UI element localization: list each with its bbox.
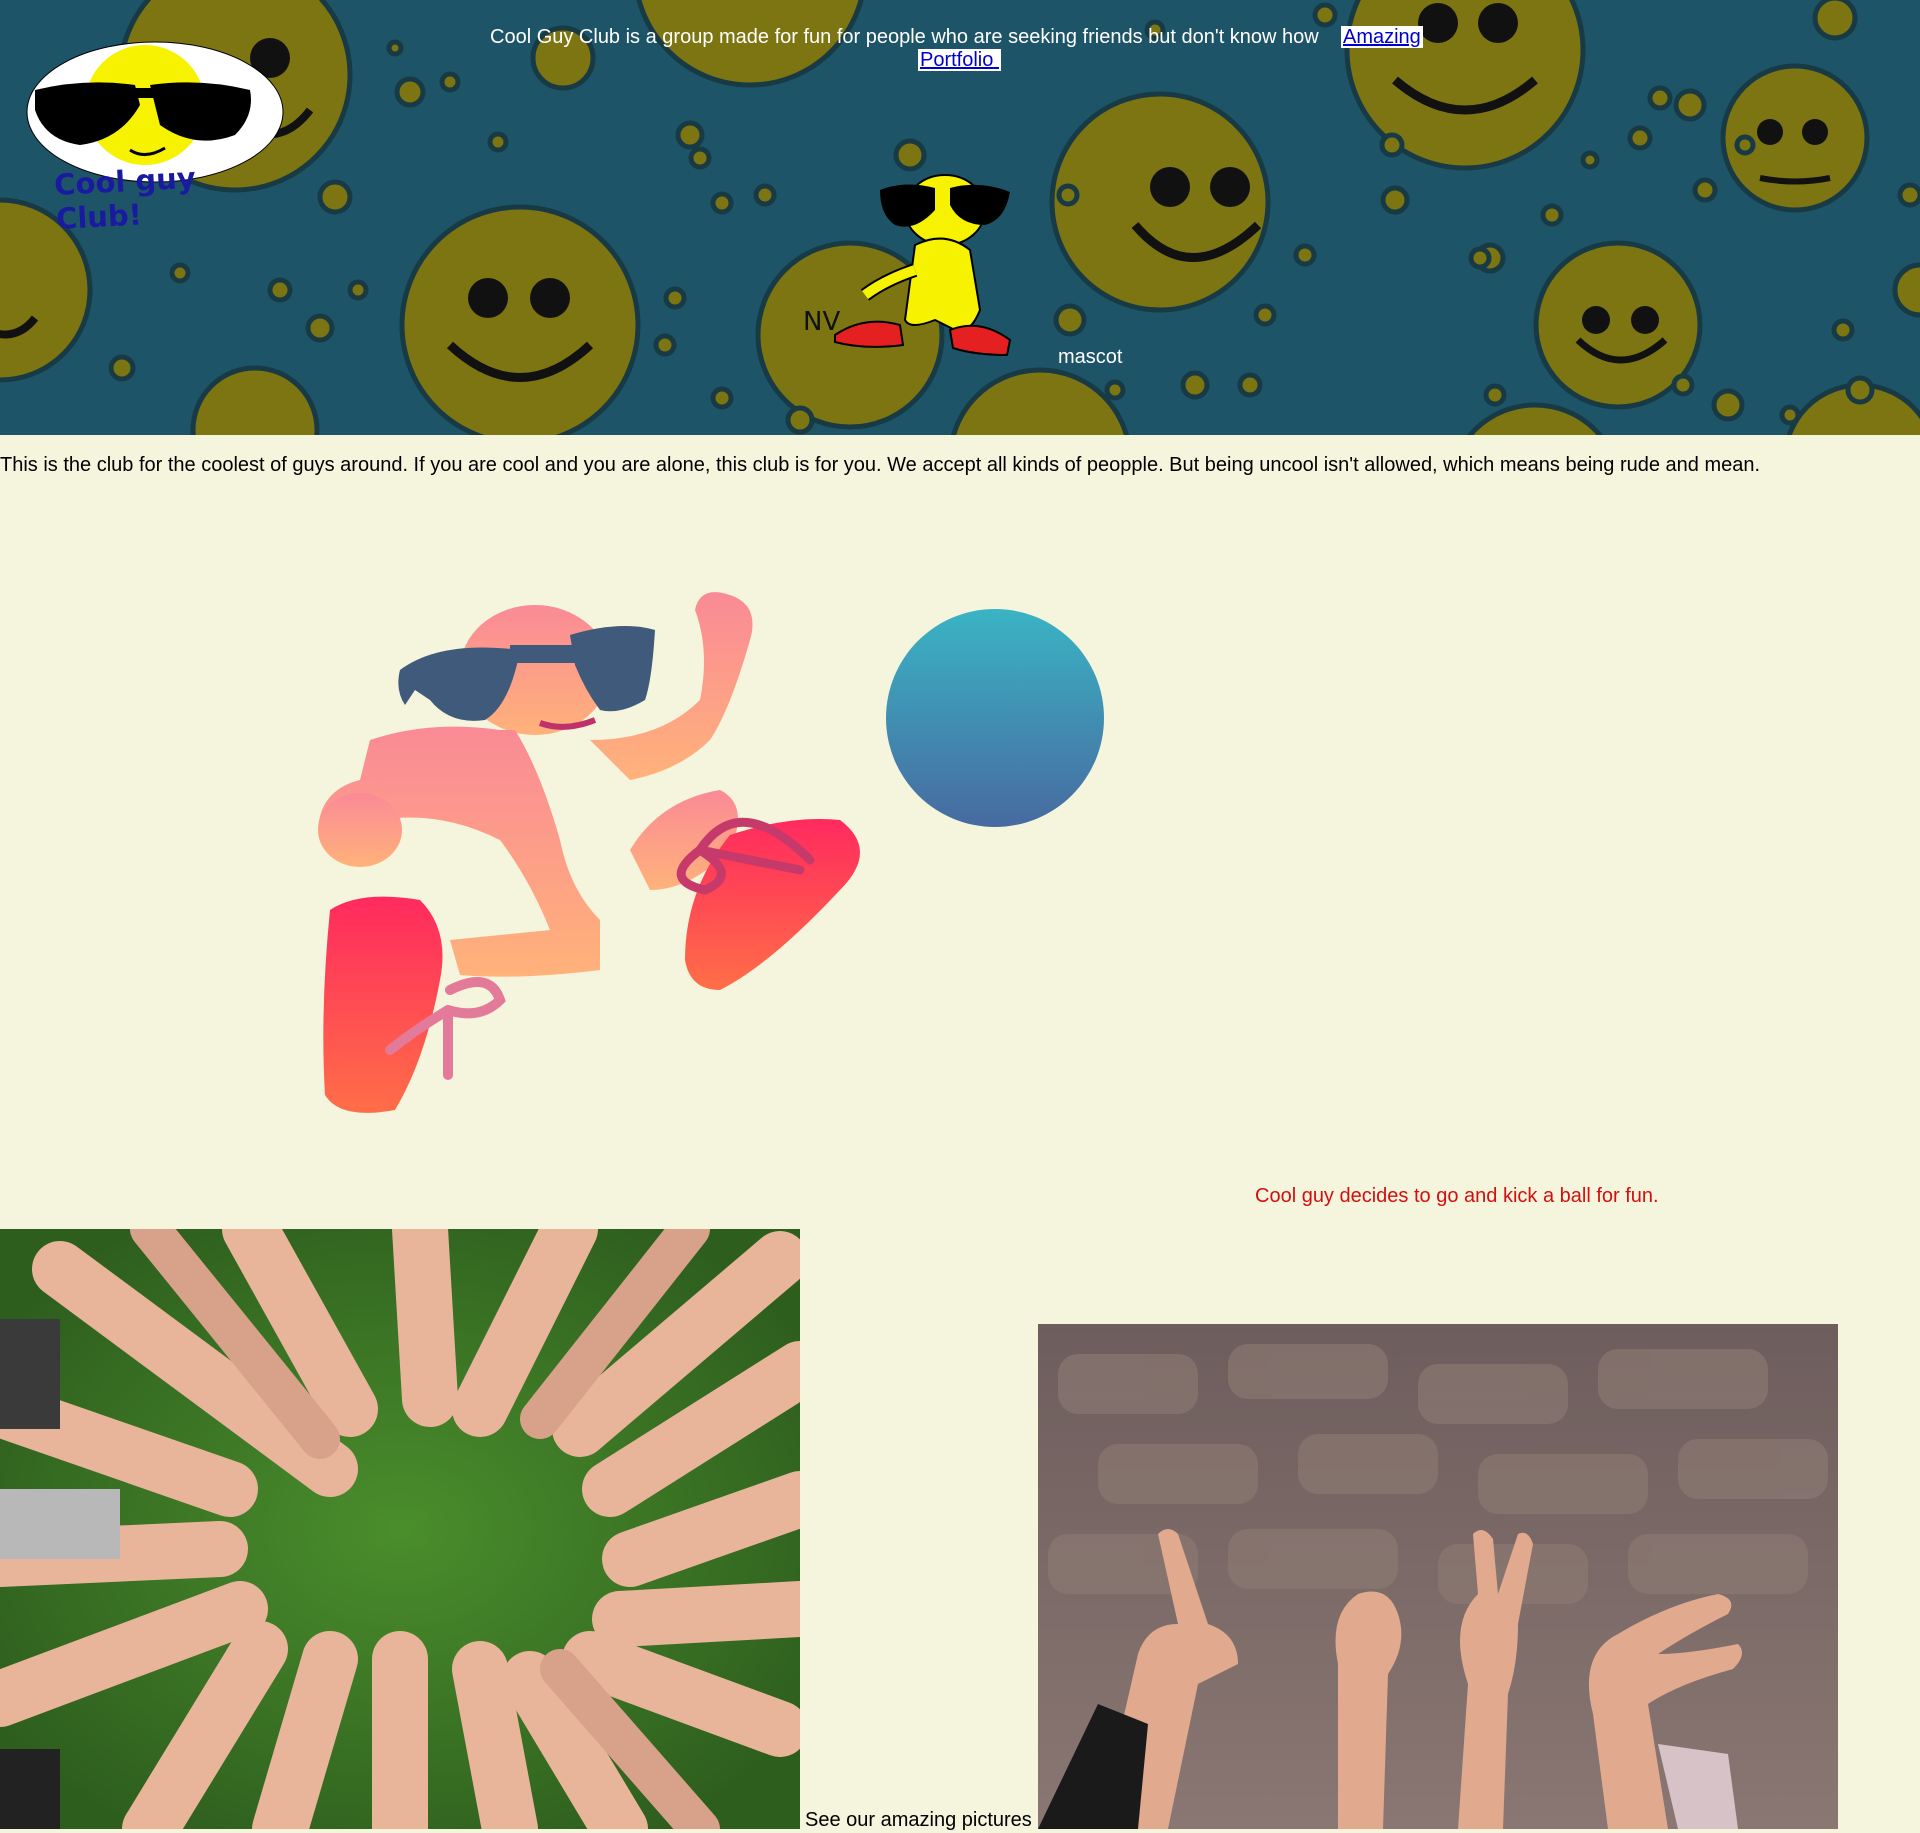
tagline-text: Cool Guy Club is a group made for fun fo… [490,26,1319,48]
illustration-caption: Cool guy decides to go and kick a ball f… [1255,1185,1659,1207]
mascot-label: mascot [1058,346,1123,368]
red-shoe-right [676,817,860,990]
smiley-face-icon [399,204,641,435]
club-logo[interactable]: Cool guy Club! [25,40,285,236]
portfolio-link-text[interactable]: Portfolio [920,49,993,71]
portfolio-link-line1[interactable]: Amazing [1343,26,1421,48]
smiley-face-icon [1049,91,1271,313]
header-tagline: Cool Guy Club is a group made for fun fo… [490,26,1430,72]
mascot-icon: NV [803,174,1012,357]
pictures-caption: See our amazing pictures [805,1809,1032,1831]
header-banner: Cool guy Club! NV Cool Guy Club is a gro… [0,0,1920,435]
red-shoe-left [323,896,506,1113]
portfolio-link[interactable]: Amazing [1340,26,1423,48]
mascot-figure: NV [795,170,1035,370]
logo-text: Cool guy Club! [53,160,197,236]
ball-icon [886,609,1104,827]
hands-in-circle-photo [0,1229,800,1829]
svg-text:NV: NV [803,307,840,337]
portfolio-link-line2[interactable]: Portfolio [918,49,1001,71]
kicking-cool-guy-illustration [318,592,1104,1113]
love-hands-photo [1038,1324,1838,1829]
intro-paragraph: This is the club for the coolest of guys… [0,454,1761,476]
